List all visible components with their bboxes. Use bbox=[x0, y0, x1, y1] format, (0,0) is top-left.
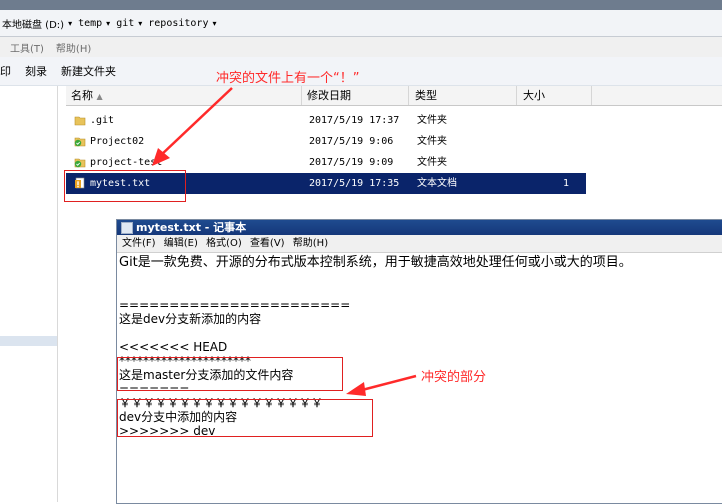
folder-check-icon bbox=[74, 137, 86, 147]
menu-edit[interactable]: 编辑(E) bbox=[164, 238, 198, 249]
navigation-selected-band bbox=[0, 336, 57, 346]
toolbar: 印 刻录 新建文件夹 bbox=[0, 57, 722, 86]
highlight-box-dev bbox=[117, 399, 373, 437]
new-folder-button[interactable]: 新建文件夹 bbox=[61, 63, 116, 79]
text-line: <<<<<<< HEAD bbox=[119, 340, 228, 354]
file-date: 2017/5/19 9:09 bbox=[309, 157, 394, 168]
file-date: 2017/5/19 9:06 bbox=[309, 136, 394, 147]
text-line: 这是dev分支新添加的内容 bbox=[119, 312, 262, 326]
text-line: Git是一款免费、开源的分布式版本控制系统，用于敏捷高效地处理任何或小或大的项目… bbox=[119, 255, 632, 270]
menu-file[interactable]: 文件(F) bbox=[122, 238, 156, 249]
annotation-content-conflict: 冲突的部分 bbox=[421, 370, 487, 385]
annotation-arrow-icon bbox=[346, 374, 417, 396]
breadcrumb-git[interactable]: git bbox=[116, 18, 134, 29]
window-title-strip bbox=[0, 0, 722, 10]
menu-tools[interactable]: 工具(T) bbox=[10, 40, 44, 55]
print-button[interactable]: 印 bbox=[0, 63, 11, 79]
notepad-icon bbox=[121, 222, 133, 234]
menu-help[interactable]: 帮助(H) bbox=[56, 40, 91, 55]
menu-format[interactable]: 格式(O) bbox=[206, 238, 242, 249]
annotation-arrow-icon bbox=[152, 87, 233, 166]
column-date[interactable]: 修改日期 bbox=[302, 86, 409, 105]
file-size: 1 KB bbox=[563, 178, 576, 210]
file-date: 2017/5/19 17:35 bbox=[309, 178, 400, 189]
burn-button[interactable]: 刻录 bbox=[25, 63, 47, 79]
address-bar[interactable]: 本地磁盘 (D:) ▾ temp ▾ git ▾ repository ▾ bbox=[0, 10, 722, 37]
text-line bbox=[119, 270, 722, 284]
menu-bar: 工具(T) 帮助(H) bbox=[0, 37, 722, 57]
highlight-box-file bbox=[64, 170, 186, 202]
chevron-icon: ▾ bbox=[212, 18, 217, 28]
column-size[interactable]: 大小 bbox=[518, 86, 592, 105]
chevron-icon: ▾ bbox=[106, 18, 111, 28]
breadcrumb-repository[interactable]: repository bbox=[148, 18, 208, 29]
sort-up-icon: ▲ bbox=[96, 92, 103, 101]
file-type: 文件夹 bbox=[417, 115, 447, 126]
file-type: 文本文档 bbox=[417, 178, 457, 189]
file-type: 文件夹 bbox=[417, 157, 447, 168]
breadcrumb-temp[interactable]: temp bbox=[78, 18, 102, 29]
navigation-pane[interactable] bbox=[0, 86, 58, 502]
breadcrumb-drive[interactable]: 本地磁盘 (D:) bbox=[2, 16, 64, 31]
file-date: 2017/5/19 17:37 bbox=[309, 115, 400, 126]
column-type[interactable]: 类型 bbox=[410, 86, 517, 105]
file-type: 文件夹 bbox=[417, 136, 447, 147]
notepad-title-bar[interactable]: mytest.txt - 记事本 bbox=[117, 220, 722, 235]
menu-help[interactable]: 帮助(H) bbox=[293, 238, 328, 249]
highlight-box-head bbox=[117, 357, 343, 391]
menu-view[interactable]: 查看(V) bbox=[250, 238, 285, 249]
text-line: ======================= bbox=[119, 298, 351, 312]
folder-icon bbox=[74, 116, 86, 126]
chevron-icon: ▾ bbox=[68, 18, 73, 28]
notepad-title: mytest.txt - 记事本 bbox=[136, 221, 247, 234]
folder-check-icon bbox=[74, 158, 86, 168]
chevron-icon: ▾ bbox=[138, 18, 143, 28]
text-line bbox=[119, 326, 722, 340]
text-line bbox=[119, 284, 722, 298]
notepad-menu-bar: 文件(F) 编辑(E) 格式(O) 查看(V) 帮助(H) bbox=[117, 235, 722, 253]
